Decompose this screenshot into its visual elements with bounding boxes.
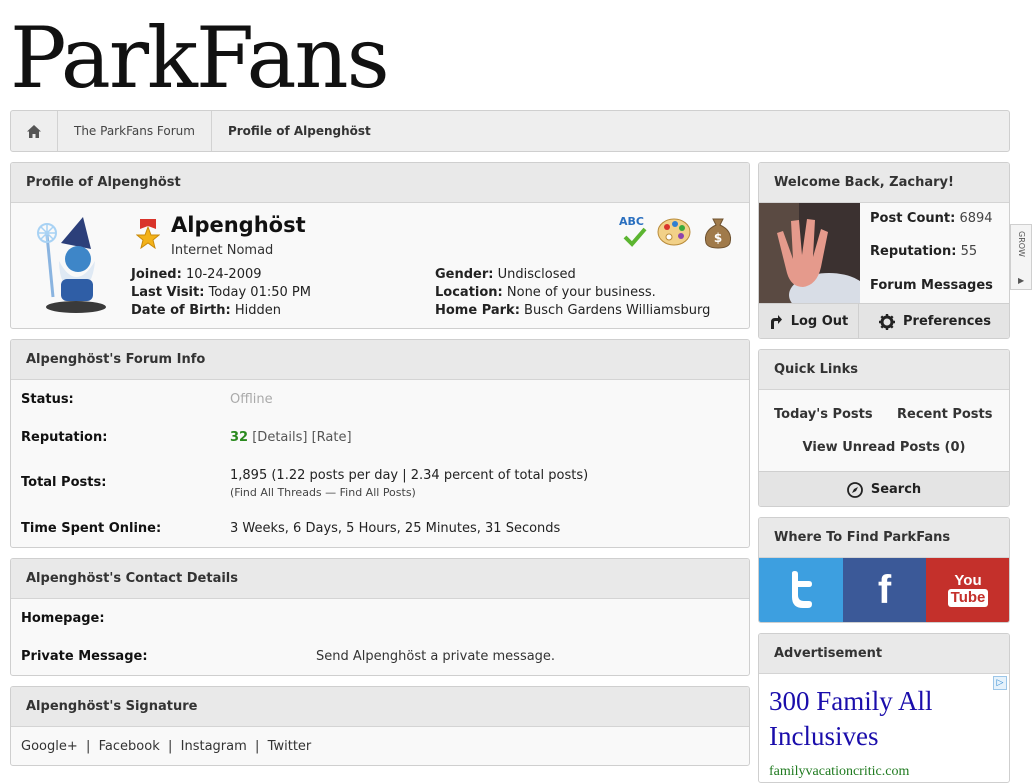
contact-panel: Alpenghöst's Contact Details Homepage: P… [10, 558, 750, 676]
gender-row: Gender: Undisclosed [435, 267, 576, 282]
search-label: Search [870, 482, 922, 497]
private-message-label: Private Message: [21, 649, 148, 664]
user-reputation-row: Reputation: 55 [870, 244, 978, 259]
welcome-header: Welcome Back, Zachary! [759, 163, 1009, 203]
youtube-icon-tube: Tube [947, 589, 989, 607]
twitter-icon [792, 571, 812, 608]
quick-links-header: Quick Links [759, 350, 1009, 390]
twitter-button[interactable] [759, 558, 843, 622]
forum-info-header: Alpenghöst's Forum Info [11, 340, 749, 380]
advertisement-header: Advertisement [759, 634, 1009, 674]
ad-headline[interactable]: 300 Family All Inclusives [769, 684, 984, 754]
breadcrumb-home[interactable] [11, 111, 57, 151]
todays-posts-link[interactable]: Today's Posts [774, 407, 873, 422]
quick-links-panel: Quick Links Today's Posts Recent Posts V… [758, 349, 1010, 507]
logout-label: Log Out [790, 314, 849, 329]
total-posts-label: Total Posts: [21, 475, 107, 490]
signature-panel: Alpenghöst's Signature Google+ | Faceboo… [10, 686, 750, 766]
breadcrumb-current: Profile of Alpenghöst [227, 124, 371, 138]
reputation-value: 32 [230, 430, 249, 445]
joined-row: Joined: 10-24-2009 [131, 267, 262, 282]
profile-user-title: Internet Nomad [171, 243, 274, 258]
svg-text:$: $ [714, 231, 722, 245]
signature-header: Alpenghöst's Signature [11, 687, 749, 727]
advertisement-panel: Advertisement ▷ 300 Family All Inclusive… [758, 633, 1010, 783]
status-value: Offline [230, 392, 273, 407]
ad-url[interactable]: familyvacationcritic.com [769, 764, 909, 780]
reputation-label: Reputation: [21, 430, 108, 445]
facebook-button[interactable]: f [843, 558, 926, 622]
time-online-value: 3 Weeks, 6 Days, 5 Hours, 25 Minutes, 31… [230, 521, 561, 536]
breadcrumb: The ParkFans Forum Profile of Alpenghöst [10, 110, 1010, 152]
grow-side-tab[interactable]: GROW ▶ [1010, 224, 1032, 290]
profile-header: Profile of Alpenghöst [11, 163, 749, 203]
gear-icon [879, 313, 895, 330]
adchoices-icon[interactable]: ▷ [993, 676, 1007, 690]
compass-icon [846, 481, 863, 498]
logout-icon [770, 314, 782, 329]
find-posts-links[interactable]: (Find All Threads — Find All Posts) [230, 486, 416, 499]
youtube-button[interactable]: You Tube [926, 558, 1009, 622]
youtube-icon-you: You [954, 572, 982, 589]
search-button[interactable]: Search [759, 471, 1009, 506]
homepark-row: Home Park: Busch Gardens Williamsburg [435, 303, 711, 318]
user-avatar[interactable] [759, 203, 860, 303]
signature-links[interactable]: Google+ | Facebook | Instagram | Twitter [21, 739, 311, 754]
breadcrumb-forum[interactable]: The ParkFans Forum [58, 124, 211, 138]
forum-messages-link[interactable]: Forum Messages [870, 278, 993, 293]
spelling-badge-icon: ABC [617, 215, 651, 249]
preferences-button[interactable]: Preferences [859, 303, 1009, 338]
logout-button[interactable]: Log Out [759, 303, 859, 338]
reputation-row: 32 [Details] [Rate] [230, 430, 352, 445]
money-bag-badge-icon: $ [705, 218, 731, 249]
profile-username: Alpenghöst [171, 213, 306, 237]
forum-info-panel: Alpenghöst's Forum Info Status: Offline … [10, 339, 750, 548]
avatar [37, 217, 106, 313]
facebook-icon: f [877, 567, 892, 612]
post-count-row: Post Count: 6894 [870, 211, 993, 226]
profile-panel: Profile of Alpenghöst Alpenghöst Interne… [10, 162, 750, 329]
site-logo[interactable]: ParkFans [10, 2, 390, 114]
total-posts-value: 1,895 (1.22 posts per day | 2.34 percent… [230, 468, 589, 483]
palette-badge-icon [657, 218, 691, 246]
home-icon [27, 124, 41, 138]
profile-details-left: Joined: 10-24-2009 Last Visit: Today 01:… [131, 266, 311, 320]
location-row: Location: None of your business. [435, 285, 656, 300]
rank-star-icon [136, 219, 160, 249]
dob-row: Date of Birth: Hidden [131, 303, 281, 318]
grow-tab-label: GROW [1017, 231, 1026, 257]
preferences-label: Preferences [903, 314, 991, 329]
grow-tab-arrow-icon: ▶ [1018, 276, 1025, 285]
unread-posts-link[interactable]: View Unread Posts (0) [759, 440, 1009, 455]
recent-posts-link[interactable]: Recent Posts [897, 407, 993, 422]
homepage-label: Homepage: [21, 611, 105, 626]
last-visit-row: Last Visit: Today 01:50 PM [131, 285, 311, 300]
status-label: Status: [21, 392, 74, 407]
contact-header: Alpenghöst's Contact Details [11, 559, 749, 599]
time-online-label: Time Spent Online: [21, 521, 162, 536]
welcome-panel: Welcome Back, Zachary! Post Count: 6894 … [758, 162, 1010, 339]
profile-details-right: Gender: Undisclosed Location: None of yo… [435, 266, 710, 320]
find-parkfans-panel: Where To Find ParkFans f You Tube [758, 517, 1010, 623]
private-message-link[interactable]: Send Alpenghöst a private message. [316, 649, 555, 664]
reputation-links[interactable]: [Details] [Rate] [252, 430, 351, 445]
find-parkfans-header: Where To Find ParkFans [759, 518, 1009, 558]
